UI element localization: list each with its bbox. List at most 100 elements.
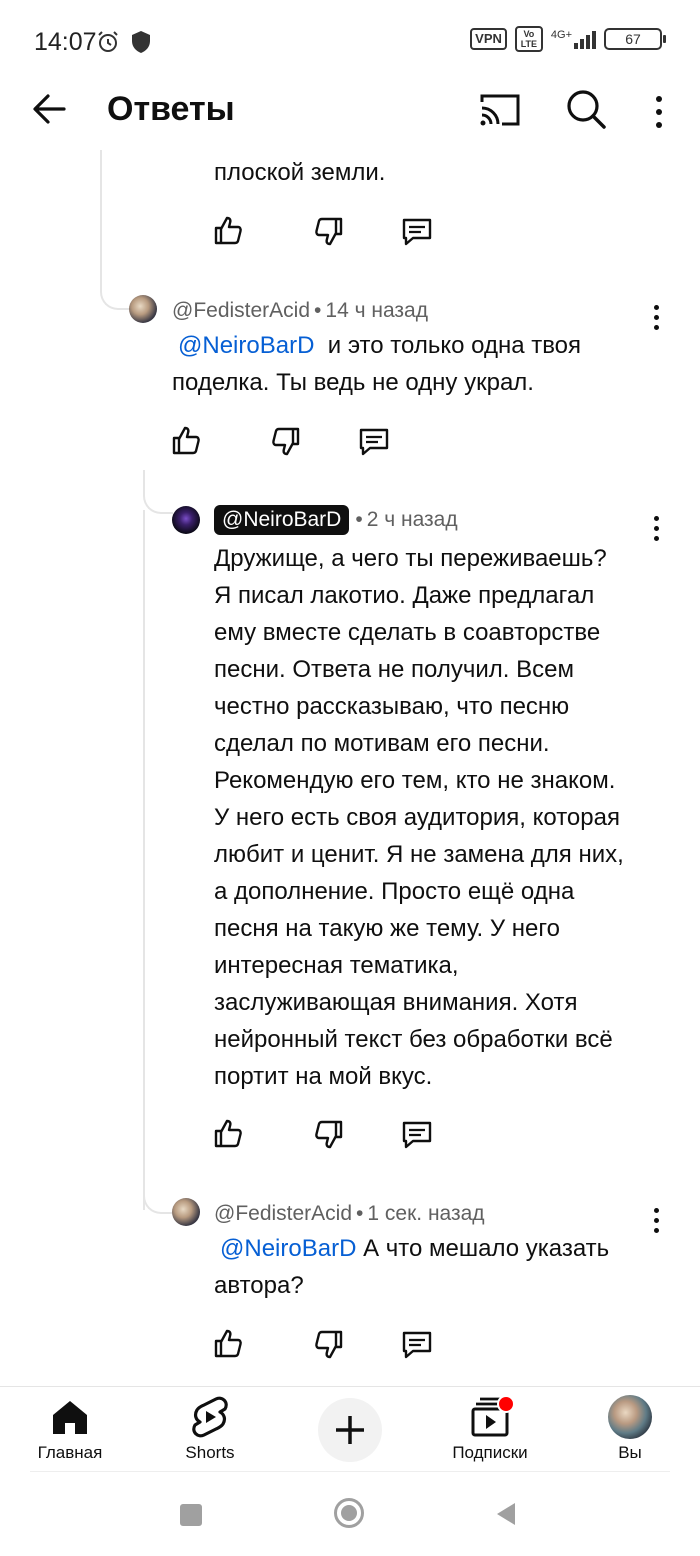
vpn-indicator: VPN [470,28,507,50]
like-button[interactable] [170,424,202,461]
dislike-button[interactable] [313,1119,345,1156]
back-triangle-icon [497,1503,515,1525]
comment-text-line: честно рассказываю, что песню [214,693,570,720]
comment-text-line: сделал по мотивам его песни. [214,730,550,757]
more-options-button[interactable] [656,96,662,128]
comment-more-button[interactable] [653,516,659,541]
comment-more-button[interactable] [653,305,659,330]
page-title: Ответы [107,90,235,128]
reply-comment-icon [402,218,432,246]
more-vert-icon [653,516,659,541]
volte-indicator: Vo LTE [514,26,543,52]
thread-line [143,510,145,1210]
thumbs-down-icon [315,1330,343,1359]
author-name[interactable]: @FedisterAcid [172,299,310,322]
recent-apps-button[interactable] [180,1504,202,1526]
comment-text-line: У него есть своя аудитория, которая [214,804,620,831]
thumbs-up-icon [172,426,200,455]
reply-comment-icon [402,1331,432,1359]
nav-home-label: Главная [37,1443,103,1462]
back-button[interactable] [30,90,68,133]
notification-dot [497,1395,515,1413]
home-icon [53,1401,87,1434]
create-button[interactable] [318,1398,382,1462]
comment-text: и это только одна твоя [327,332,582,359]
comment-text-line: а дополнение. Просто ещё одна [214,878,575,905]
thumbs-up-icon [214,1329,242,1358]
comment-body: @NeiroBarD А что мешало указать автора? [214,1230,654,1304]
battery-indicator: 67 [604,28,666,50]
comment-text-line: заслуживающая внимания. Хотя [214,989,578,1016]
dislike-button[interactable] [313,1329,345,1366]
reply-button[interactable] [401,1329,433,1366]
nav-subscriptions[interactable]: Подписки [440,1387,540,1467]
more-vert-icon [653,305,659,330]
comment-text-line: ему вместе сделать в соавторстве [214,619,601,646]
comment-text-line: портит на мой вкус. [214,1063,433,1090]
like-button[interactable] [212,1327,244,1364]
plus-icon [336,1416,364,1444]
comment-text-line: Я писал лакотио. Даже предлагал [214,582,595,609]
dislike-button[interactable] [313,216,345,253]
like-button[interactable] [212,214,244,251]
thumbs-down-icon [272,427,300,456]
comment-text-partial: плоской земли. [214,159,386,186]
comment-text: автора? [214,1272,304,1299]
comment-text-line: любит и ценит. Я не замена для них, [214,841,624,868]
reply-comment-icon [402,1121,432,1149]
cast-icon [480,94,520,126]
comment-text: А что мешало указать [363,1235,610,1262]
comment-meta: @NeiroBarD • 2 ч назад [214,505,458,535]
dislike-button[interactable] [270,426,302,463]
nav-you-label: Вы [618,1443,642,1462]
comment-text-line: Рекомендую его тем, кто не знаком. [214,767,616,794]
reply-button[interactable] [358,426,390,463]
avatar[interactable] [172,1198,200,1226]
cast-button[interactable] [478,90,522,135]
comment-text-line: песня на такую же тему. У него [214,915,560,942]
nav-shorts[interactable]: Shorts [170,1387,250,1467]
like-button[interactable] [212,1117,244,1154]
search-button[interactable] [565,88,607,135]
avatar[interactable] [172,506,200,534]
back-system-button[interactable] [495,1501,517,1532]
comment-meta: @FedisterAcid • 14 ч назад [172,299,428,322]
alarm-icon [96,30,120,59]
network-type: 4G+ [550,29,572,41]
thumbs-down-icon [315,1120,343,1149]
thumbs-down-icon [315,217,343,246]
author-name[interactable]: @FedisterAcid [214,1202,352,1225]
back-arrow-icon [33,94,66,124]
reply-button[interactable] [401,216,433,253]
profile-avatar [608,1395,652,1439]
thumbs-up-icon [214,1119,242,1148]
reply-button[interactable] [401,1119,433,1156]
comment-body: @NeiroBarD и это только одна твоя поделк… [172,327,632,401]
nav-shorts-label: Shorts [185,1443,235,1462]
mention-link[interactable]: @NeiroBarD [178,332,314,359]
comment-body: Дружище, а чего ты переживаешь? Я писал л… [214,540,674,1095]
more-vert-icon [656,96,662,128]
comment-text: поделка. Ты ведь не одну украл. [172,369,534,396]
thumbs-up-icon [214,216,242,245]
thread-line [100,150,130,310]
comment-time: 2 ч назад [366,508,458,531]
reply-comment-icon [359,428,389,456]
comment-time: 1 сек. назад [367,1202,485,1225]
comment-text-line: песни. Ответа не получил. Всем [214,656,574,683]
mention-link[interactable]: @NeiroBarD [220,1235,356,1262]
comment-meta: @FedisterAcid • 1 сек. назад [214,1202,485,1225]
author-chip[interactable]: @NeiroBarD [214,505,350,535]
thread-line [143,1170,173,1214]
system-navigation-bar [0,1472,700,1556]
nav-you[interactable]: Вы [590,1387,670,1467]
nav-home[interactable]: Главная [30,1387,110,1467]
home-system-button[interactable] [334,1498,364,1528]
comment-text-line: нейронный текст без обработки всё [214,1026,613,1053]
shield-icon [130,30,152,59]
bottom-navigation: Главная Shorts Подписки Вы [0,1386,700,1473]
avatar[interactable] [129,295,157,323]
status-time: 14:07 [34,28,97,56]
search-icon [567,90,606,129]
thread-line [143,470,173,514]
